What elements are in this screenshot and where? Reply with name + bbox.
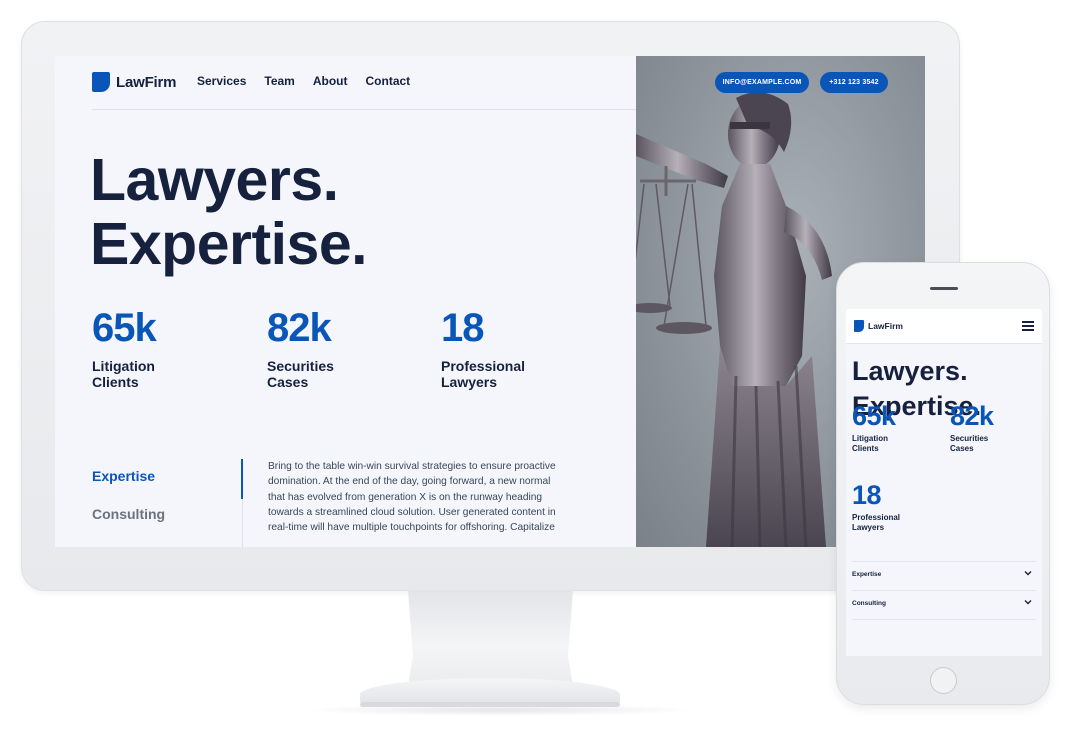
tab-consulting[interactable]: Consulting	[92, 506, 165, 522]
stat-value: 18	[441, 306, 485, 350]
mobile-header: LawFirm	[846, 309, 1042, 344]
stat-label: Litigation Clients	[92, 358, 155, 390]
monitor-stand-neck	[408, 590, 573, 685]
monitor-stand-foot	[360, 702, 620, 707]
stat-label: Securities Cases	[950, 434, 989, 453]
hero-title-line-2: Expertise.	[90, 211, 368, 277]
accordion-label: Expertise	[852, 571, 882, 578]
tab-content-text: Bring to the table win-win survival stra…	[268, 461, 556, 534]
mobile-stat-securities: 82k Securities Cases	[950, 401, 1030, 454]
shield-logo-icon	[854, 320, 864, 332]
stat-securities: 82k Securities Cases	[267, 306, 427, 390]
phone-pill-button[interactable]: +312 123 3542	[820, 72, 888, 93]
active-tab-indicator	[241, 459, 243, 499]
stat-value: 65k	[92, 306, 157, 350]
nav-contact[interactable]: Contact	[366, 74, 411, 88]
stat-label: Professional Lawyers	[441, 358, 526, 390]
mobile-phone-frame: LawFirm Lawyers. Expertise. 65k Litigati…	[836, 262, 1050, 705]
desktop-screen: LawFirm Services Team About Contact Lawy…	[55, 56, 925, 547]
phone-home-button[interactable]	[930, 667, 957, 694]
stat-value: 18	[852, 480, 882, 510]
stat-label: Litigation Clients	[852, 434, 888, 453]
hero-title: Lawyers. Expertise.	[90, 148, 610, 276]
phone-speaker	[930, 287, 958, 290]
nav-about[interactable]: About	[313, 74, 348, 88]
brand-name: LawFirm	[116, 73, 177, 91]
stat-value: 82k	[950, 401, 994, 431]
mobile-stat-litigation: 65k Litigation Clients	[852, 401, 932, 454]
accordion-expertise[interactable]: Expertise	[852, 561, 1036, 589]
stat-label: Professional Lawyers	[852, 513, 901, 532]
nav-services[interactable]: Services	[197, 74, 246, 88]
email-pill-button[interactable]: INFO@EXAMPLE.COM	[715, 72, 809, 93]
nav-team[interactable]: Team	[264, 74, 294, 88]
accordion-consulting[interactable]: Consulting	[852, 590, 1036, 618]
mobile-hero-line-1: Lawyers.	[852, 356, 968, 386]
brand-logo[interactable]: LawFirm	[92, 72, 176, 92]
main-nav: Services Team About Contact	[197, 74, 410, 88]
stat-litigation: 65k Litigation Clients	[92, 306, 252, 390]
accordion-bottom-rule	[852, 619, 1036, 620]
mobile-screen: LawFirm Lawyers. Expertise. 65k Litigati…	[846, 309, 1042, 656]
hamburger-icon[interactable]	[1022, 321, 1034, 331]
service-tabs: Expertise Consulting	[92, 468, 165, 522]
stat-label: Securities Cases	[267, 358, 334, 390]
shield-logo-icon	[92, 72, 110, 92]
chevron-down-icon	[1024, 571, 1032, 576]
mobile-brand-name: LawFirm	[868, 321, 903, 331]
desktop-content-panel: LawFirm Services Team About Contact Lawy…	[55, 56, 636, 547]
accordion-label: Consulting	[852, 600, 886, 607]
stat-value: 65k	[852, 401, 896, 431]
mobile-brand-logo[interactable]: LawFirm	[854, 320, 903, 332]
hero-title-line-1: Lawyers.	[90, 147, 339, 213]
stat-value: 82k	[267, 306, 332, 350]
tab-expertise[interactable]: Expertise	[92, 468, 165, 484]
stat-lawyers: 18 Professional Lawyers	[441, 306, 601, 390]
mobile-stat-lawyers: 18 Professional Lawyers	[852, 480, 932, 533]
chevron-down-icon	[1024, 600, 1032, 605]
